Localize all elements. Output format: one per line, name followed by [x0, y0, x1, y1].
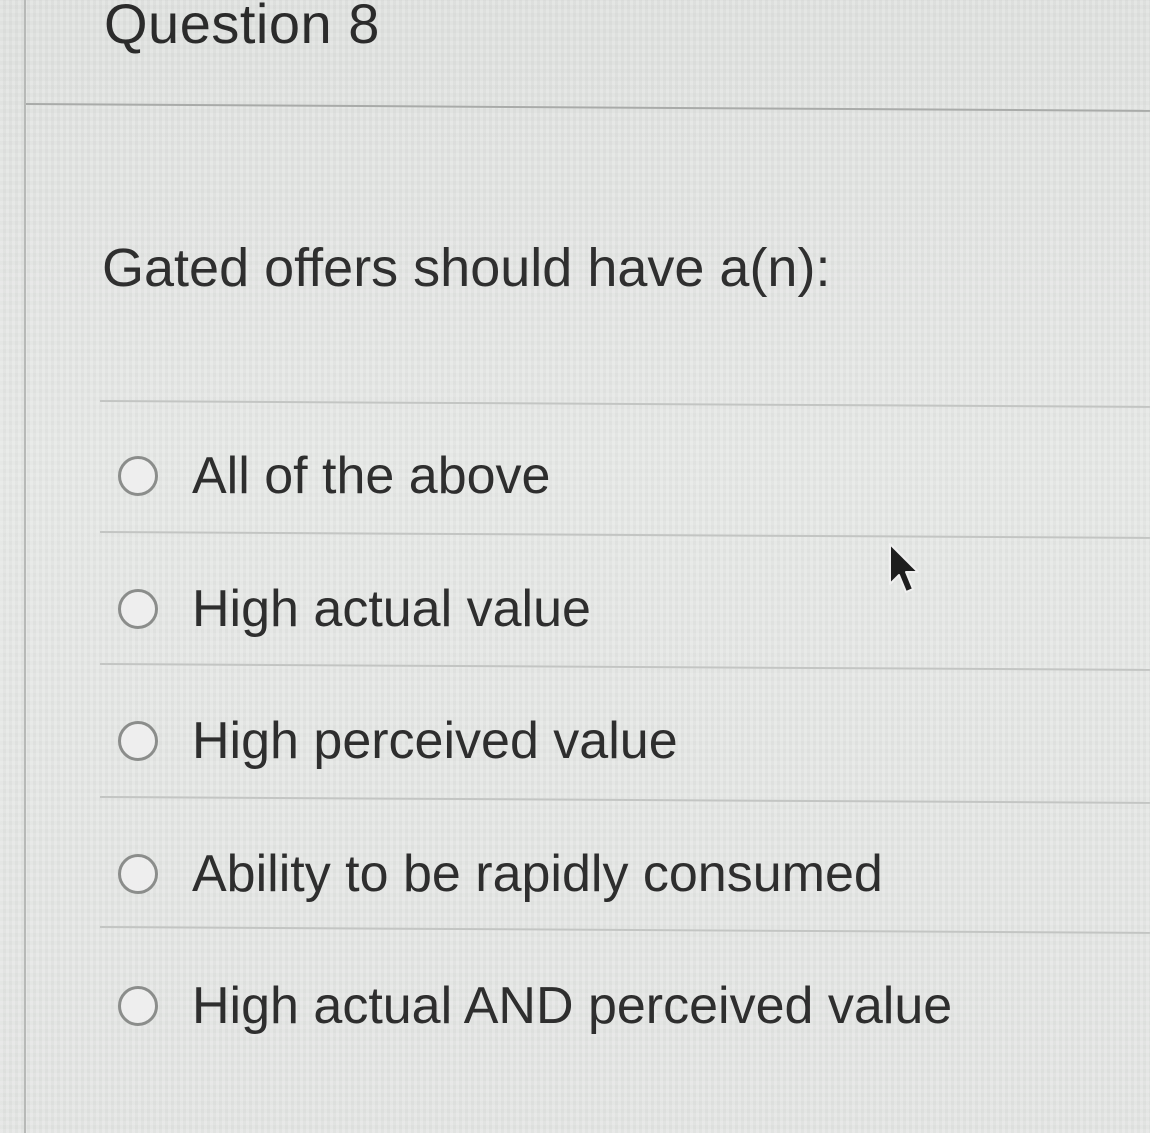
answer-option-5[interactable]: High actual AND perceived value: [118, 974, 952, 1038]
screen-background: [0, 0, 1150, 1133]
radio-unselected-icon[interactable]: [118, 986, 158, 1026]
answer-option-label: High actual value: [192, 580, 591, 638]
answer-option-label: Ability to be rapidly consumed: [192, 845, 883, 903]
radio-unselected-icon[interactable]: [118, 456, 158, 496]
radio-unselected-icon[interactable]: [118, 589, 158, 629]
answer-divider: [99, 663, 1150, 671]
answer-option-label: High perceived value: [192, 712, 678, 770]
header-divider: [25, 103, 1150, 112]
answer-divider: [99, 796, 1150, 804]
radio-unselected-icon[interactable]: [118, 854, 158, 894]
answer-divider: [99, 926, 1150, 934]
answer-option-label: All of the above: [192, 447, 551, 505]
answer-option-1[interactable]: All of the above: [118, 444, 550, 508]
answer-option-2[interactable]: High actual value: [118, 577, 591, 641]
radio-unselected-icon[interactable]: [118, 721, 158, 761]
answer-option-3[interactable]: High perceived value: [118, 709, 678, 773]
mouse-pointer-icon: [889, 543, 919, 593]
answer-divider: [99, 531, 1150, 539]
question-title: Question 8: [104, 0, 380, 55]
panel-left-border: [24, 0, 26, 1133]
answer-option-4[interactable]: Ability to be rapidly consumed: [118, 842, 883, 906]
question-prompt: Gated offers should have a(n):: [102, 238, 831, 298]
answer-option-label: High actual AND perceived value: [192, 977, 953, 1035]
answer-divider: [99, 400, 1150, 408]
